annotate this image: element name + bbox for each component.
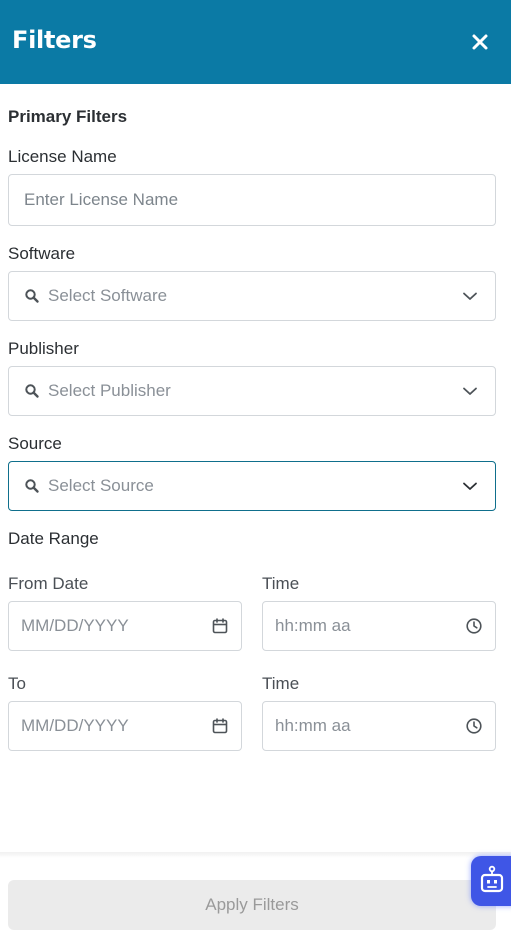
calendar-icon[interactable] [211,617,229,635]
from-date-placeholder: MM/DD/YYYY [21,616,129,635]
from-date-label: From Date [8,574,89,593]
chevron-down-icon[interactable] [461,385,479,397]
from-date-field[interactable]: MM/DD/YYYY [8,601,242,651]
search-icon [25,479,39,493]
footer-divider [0,852,511,858]
software-label: Software [8,244,76,263]
filters-header: Filters [0,0,511,84]
to-date-placeholder: MM/DD/YYYY [21,716,129,735]
source-select[interactable]: Select Source [8,461,496,511]
license-name-label: License Name [8,147,117,166]
from-time-placeholder: hh:mm aa [275,616,351,635]
from-time-label: Time [262,574,300,593]
clock-icon[interactable] [465,717,483,735]
publisher-placeholder: Select Publisher [48,381,171,400]
source-placeholder: Select Source [48,476,154,495]
to-date-field[interactable]: MM/DD/YYYY [8,701,242,751]
chevron-down-icon[interactable] [461,290,479,302]
chevron-down-icon[interactable] [461,480,479,492]
software-select[interactable]: Select Software [8,271,496,321]
to-time-label: Time [262,674,300,693]
assistant-button[interactable] [471,856,511,906]
from-time-field[interactable]: hh:mm aa [262,601,496,651]
close-icon [472,34,488,50]
clock-icon[interactable] [465,617,483,635]
source-label: Source [8,434,62,453]
calendar-icon[interactable] [211,717,229,735]
robot-icon [480,865,504,893]
date-range-label: Date Range [8,529,99,548]
panel-title: Filters [12,26,97,54]
license-name-field[interactable] [8,174,496,226]
apply-filters-button[interactable]: Apply Filters [8,880,496,930]
to-time-field[interactable]: hh:mm aa [262,701,496,751]
to-time-placeholder: hh:mm aa [275,716,351,735]
search-icon [25,384,39,398]
publisher-select[interactable]: Select Publisher [8,366,496,416]
close-button[interactable] [466,28,494,56]
license-name-input[interactable] [9,175,495,225]
software-placeholder: Select Software [48,286,168,305]
to-date-label: To [8,674,26,693]
publisher-label: Publisher [8,339,79,358]
search-icon [25,289,39,303]
primary-filters-heading: Primary Filters [8,107,128,126]
